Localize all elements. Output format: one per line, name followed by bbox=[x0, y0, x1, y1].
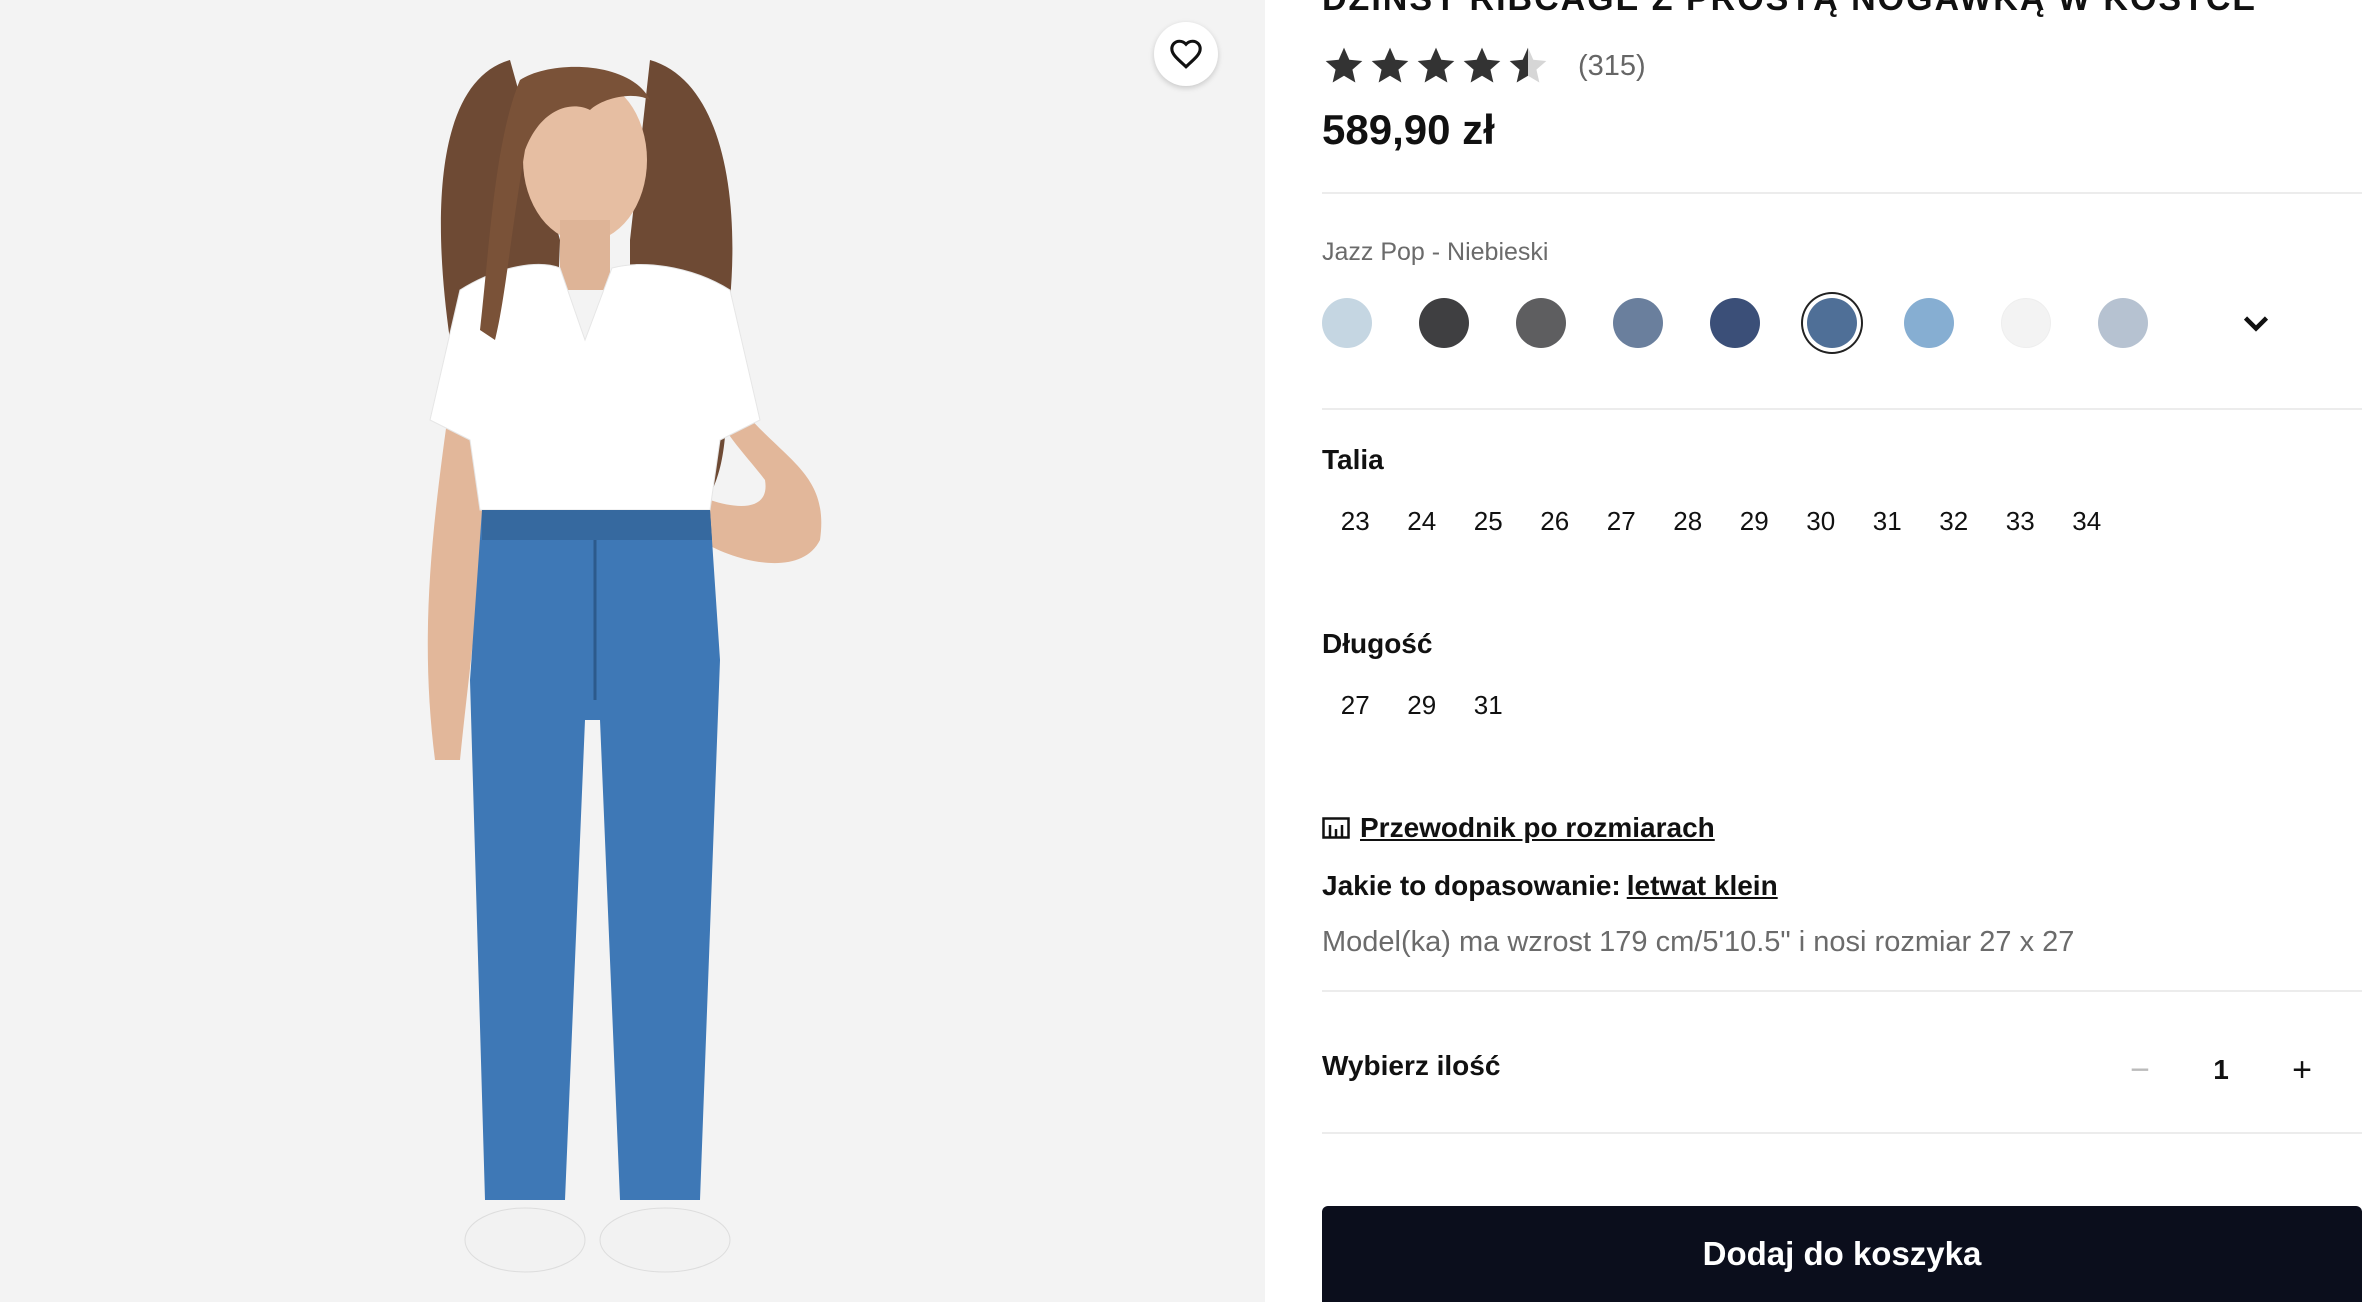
star-icon bbox=[1325, 47, 1363, 83]
fit-label: Jakie to dopasowanie: bbox=[1322, 870, 1621, 901]
color-swatch[interactable] bbox=[1419, 298, 1469, 348]
waist-size-option[interactable]: 28 bbox=[1655, 500, 1722, 543]
quantity-value[interactable]: 1 bbox=[2196, 1054, 2246, 1086]
quantity-label: Wybierz ilość bbox=[1322, 1050, 1501, 1081]
length-size-option[interactable]: 27 bbox=[1322, 684, 1389, 727]
product-photo bbox=[427, 60, 822, 1273]
waist-size-option[interactable]: 27 bbox=[1588, 500, 1655, 543]
divider bbox=[1322, 990, 2362, 992]
length-size-options: 27 29 31 bbox=[1322, 684, 1522, 727]
waist-size-options: 23 24 25 26 27 28 29 30 31 32 33 34 bbox=[1322, 500, 2120, 543]
star-icon bbox=[1371, 47, 1409, 83]
waist-size-option[interactable]: 29 bbox=[1721, 500, 1788, 543]
product-price: 589,90 zł bbox=[1322, 106, 1495, 153]
color-swatch[interactable] bbox=[1322, 298, 1372, 348]
review-count[interactable]: (315) bbox=[1578, 50, 1646, 83]
star-rating bbox=[1322, 44, 1550, 88]
waist-size-option[interactable]: 30 bbox=[1788, 500, 1855, 543]
color-swatch[interactable] bbox=[2098, 298, 2148, 348]
divider bbox=[1322, 1132, 2362, 1134]
divider bbox=[1322, 408, 2362, 410]
star-icon bbox=[1509, 47, 1547, 83]
fit-link[interactable]: letwat klein bbox=[1627, 870, 1778, 901]
product-rating[interactable]: (315) bbox=[1322, 44, 1646, 88]
chevron-down-icon[interactable] bbox=[2238, 306, 2274, 342]
length-size-option[interactable]: 31 bbox=[1455, 684, 1522, 727]
waist-size-option[interactable]: 26 bbox=[1522, 500, 1589, 543]
waist-size-option[interactable]: 25 bbox=[1455, 500, 1522, 543]
star-icon bbox=[1463, 47, 1501, 83]
length-size-option[interactable]: 29 bbox=[1389, 684, 1456, 727]
size-guide: Przewodnik po rozmiarach bbox=[1322, 812, 1715, 844]
fit-info: Jakie to dopasowanie: letwat klein bbox=[1322, 870, 1778, 902]
color-swatches bbox=[1322, 298, 2148, 348]
waist-size-option[interactable]: 24 bbox=[1389, 500, 1456, 543]
color-swatch[interactable] bbox=[1613, 298, 1663, 348]
wishlist-button[interactable] bbox=[1154, 22, 1218, 86]
quantity-increase-button[interactable]: + bbox=[2274, 1048, 2330, 1092]
quantity-stepper: − 1 + bbox=[2112, 1048, 2330, 1092]
size-guide-link[interactable]: Przewodnik po rozmiarach bbox=[1360, 812, 1715, 844]
product-image-panel bbox=[0, 0, 1265, 1302]
color-swatch[interactable] bbox=[1710, 298, 1760, 348]
product-info-panel: DŻINSY RIBCAGE Z PROSTĄ NOGAWKĄ W KOSTCE… bbox=[1322, 0, 2366, 1302]
color-name: Jazz Pop - Niebieski bbox=[1322, 238, 1549, 266]
color-swatch[interactable] bbox=[1807, 298, 1857, 348]
ruler-icon bbox=[1322, 817, 1350, 839]
waist-size-option[interactable]: 31 bbox=[1854, 500, 1921, 543]
product-title: DŻINSY RIBCAGE Z PROSTĄ NOGAWKĄ W KOSTCE bbox=[1322, 0, 2257, 19]
waist-size-option[interactable]: 23 bbox=[1322, 500, 1389, 543]
heart-icon bbox=[1170, 39, 1202, 69]
add-to-cart-button[interactable]: Dodaj do koszyka bbox=[1322, 1206, 2362, 1302]
waist-label: Talia bbox=[1322, 444, 1384, 475]
waist-size-option[interactable]: 33 bbox=[1987, 500, 2054, 543]
star-icon bbox=[1417, 47, 1455, 83]
quantity-decrease-button[interactable]: − bbox=[2112, 1048, 2168, 1092]
color-swatch[interactable] bbox=[2001, 298, 2051, 348]
color-swatch[interactable] bbox=[1516, 298, 1566, 348]
color-swatch[interactable] bbox=[1904, 298, 1954, 348]
waist-size-option[interactable]: 34 bbox=[2054, 500, 2121, 543]
model-info: Model(ka) ma wzrost 179 cm/5'10.5" i nos… bbox=[1322, 926, 2075, 958]
length-label: Długość bbox=[1322, 628, 1433, 659]
waist-size-option[interactable]: 32 bbox=[1921, 500, 1988, 543]
divider bbox=[1322, 192, 2362, 194]
